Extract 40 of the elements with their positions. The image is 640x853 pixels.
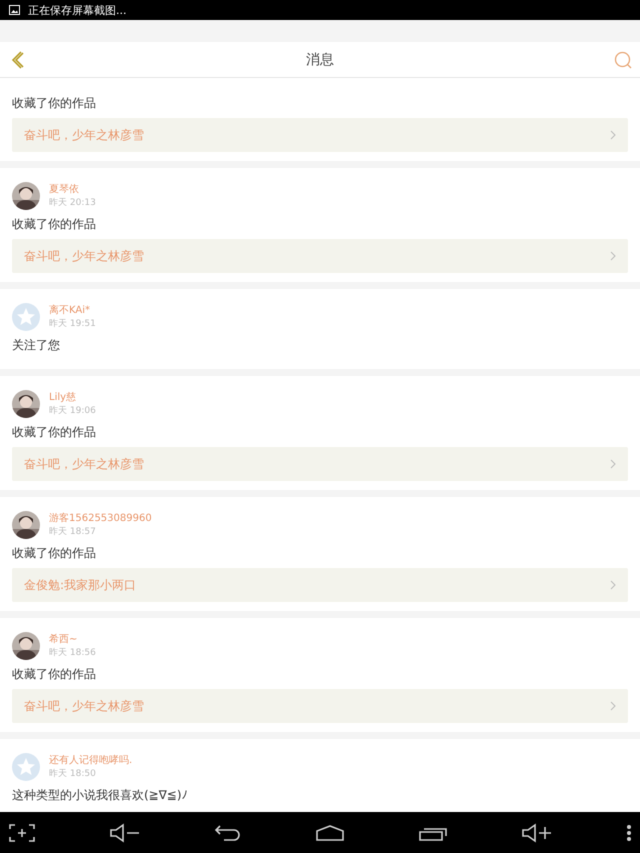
- screenshot-button[interactable]: [8, 822, 36, 842]
- user-name[interactable]: 希西~: [49, 633, 96, 646]
- message-text: 这种类型的小说我很喜欢(≧∇≦)ﾉ: [12, 788, 188, 802]
- message-text: 收藏了你的作品: [12, 96, 97, 110]
- user-name[interactable]: 还有人记得咆哮吗.: [49, 754, 132, 767]
- work-link[interactable]: 奋斗吧，少年之林彦雪: [12, 447, 628, 481]
- chevron-icon: [610, 580, 616, 590]
- message-time: 昨天 19:51: [49, 318, 96, 330]
- user-name[interactable]: Lily慈: [49, 391, 96, 404]
- status-notification: 正在保存屏幕截图...: [28, 2, 126, 18]
- message-time: 昨天 18:50: [49, 768, 97, 780]
- chevron-icon: [610, 459, 616, 469]
- home-button[interactable]: [315, 824, 345, 842]
- message-time: 昨天 18:57: [49, 526, 97, 538]
- back-nav-button[interactable]: [214, 822, 242, 842]
- image-icon: [9, 5, 20, 15]
- chevron-icon: [610, 701, 616, 711]
- message-text: 关注了您: [12, 338, 61, 352]
- work-link[interactable]: 奋斗吧，少年之林彦雪: [12, 689, 628, 723]
- message-time: 昨天 19:06: [49, 405, 96, 417]
- message-text: 收藏了你的作品: [12, 217, 97, 231]
- message-text: 收藏了你的作品: [12, 425, 97, 439]
- message-time: 昨天 20:13: [49, 197, 96, 209]
- volume-up-button[interactable]: [521, 822, 553, 842]
- chevron-icon: [610, 130, 616, 140]
- user-name[interactable]: 离不KAi*: [49, 304, 96, 317]
- chevron-icon: [610, 251, 616, 261]
- work-link[interactable]: 奋斗吧，少年之林彦雪: [12, 239, 628, 273]
- default-avatar-icon: [12, 303, 40, 331]
- message-time: 昨天 18:56: [49, 647, 96, 659]
- user-name[interactable]: 游客1562553089960: [49, 512, 152, 525]
- work-link[interactable]: 金俊勉:我家那小两口: [12, 568, 628, 602]
- default-avatar-icon: [12, 753, 40, 781]
- user-name[interactable]: 夏琴依: [49, 183, 96, 196]
- header-title: 消息: [306, 50, 334, 68]
- menu-button[interactable]: [626, 824, 632, 842]
- message-text: 收藏了你的作品: [12, 667, 97, 681]
- work-link[interactable]: 奋斗吧，少年之林彦雪: [12, 118, 628, 152]
- message-text: 收藏了你的作品: [12, 546, 97, 560]
- volume-down-button[interactable]: [109, 822, 141, 842]
